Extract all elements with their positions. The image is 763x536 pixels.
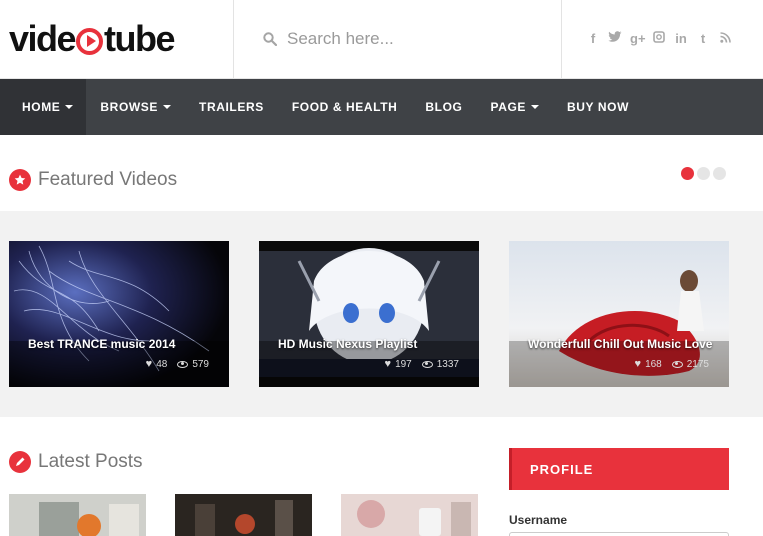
video-title[interactable]: HD Music Nexus Playlist <box>278 337 417 351</box>
star-icon <box>9 169 31 191</box>
main-nav: HOME BROWSE TRAILERS FOOD & HEALTH BLOG … <box>0 79 763 135</box>
profile-widget-header: PROFILE <box>509 448 729 490</box>
slider-dot[interactable] <box>681 167 694 180</box>
pencil-icon <box>9 451 31 473</box>
video-stats: ♥ 168 2175 <box>635 358 709 370</box>
header-divider <box>561 0 562 78</box>
nav-item-label: BUY NOW <box>567 100 629 114</box>
video-card[interactable]: HD Music Nexus Playlist ♥ 197 1337 <box>259 241 479 387</box>
like-count: 197 <box>395 358 412 370</box>
nav-item-label: BLOG <box>425 100 463 114</box>
post-thumbnail[interactable] <box>175 494 312 536</box>
profile-title: PROFILE <box>530 461 594 477</box>
logo-text-prefix: vide <box>9 18 77 59</box>
search-icon <box>263 32 277 46</box>
video-card[interactable]: Wonderfull Chill Out Music Love ♥ 168 217… <box>509 241 729 387</box>
video-card[interactable]: Best TRANCE music 2014 ♥ 48 579 <box>9 241 229 387</box>
video-title[interactable]: Wonderfull Chill Out Music Love <box>528 337 712 351</box>
post-thumbnail[interactable] <box>9 494 146 536</box>
rss-icon[interactable] <box>718 30 732 47</box>
heart-icon: ♥ <box>634 358 642 370</box>
nav-item-browse[interactable]: BROWSE <box>86 79 185 135</box>
nav-item-page[interactable]: PAGE <box>476 79 553 135</box>
logo-text-suffix: tube <box>104 18 176 59</box>
section-title: Latest Posts <box>38 451 143 472</box>
chevron-down-icon <box>163 105 172 109</box>
heart-icon: ♥ <box>145 358 153 370</box>
like-count: 168 <box>645 358 662 370</box>
slider-dot[interactable] <box>713 167 726 180</box>
play-icon <box>76 27 104 55</box>
nav-item-home[interactable]: HOME <box>0 79 87 135</box>
view-count: 2175 <box>686 358 709 370</box>
like-count: 48 <box>156 358 168 370</box>
video-stats: ♥ 48 579 <box>146 358 209 370</box>
username-field[interactable] <box>509 532 729 536</box>
google-plus-icon[interactable]: g+ <box>630 30 646 47</box>
nav-item-label: BROWSE <box>100 100 159 114</box>
username-label: Username <box>509 513 568 527</box>
nav-item-blog[interactable]: BLOG <box>411 79 476 135</box>
header-divider <box>233 0 234 78</box>
nav-item-food-health[interactable]: FOOD & HEALTH <box>278 79 412 135</box>
heart-icon: ♥ <box>384 358 392 370</box>
social-links: f g+ in t <box>586 30 732 47</box>
eye-icon <box>671 360 683 368</box>
view-count: 1337 <box>436 358 459 370</box>
search-input[interactable] <box>287 29 527 49</box>
slider-pagination <box>681 167 726 180</box>
latest-heading: Latest Posts <box>9 451 143 473</box>
video-title[interactable]: Best TRANCE music 2014 <box>28 337 175 351</box>
video-stats: ♥ 197 1337 <box>385 358 459 370</box>
nav-item-trailers[interactable]: TRAILERS <box>185 79 278 135</box>
eye-icon <box>177 360 189 368</box>
chevron-down-icon <box>531 105 540 109</box>
facebook-icon[interactable]: f <box>586 30 600 47</box>
eye-icon <box>421 360 433 368</box>
chevron-down-icon <box>65 105 74 109</box>
post-thumbnail[interactable] <box>341 494 478 536</box>
tumblr-icon[interactable]: t <box>696 30 710 47</box>
site-header: vide tube f g+ in t <box>0 0 763 79</box>
site-logo[interactable]: vide tube <box>9 18 176 59</box>
nav-item-label: PAGE <box>490 100 527 114</box>
view-count: 579 <box>192 358 209 370</box>
twitter-icon[interactable] <box>608 30 622 47</box>
search-box[interactable] <box>243 20 543 58</box>
linkedin-icon[interactable]: in <box>674 30 688 47</box>
nav-item-label: HOME <box>22 100 61 114</box>
page: vide tube f g+ in t HOME BROWSE TRAILERS … <box>0 0 763 536</box>
section-title: Featured Videos <box>38 169 178 190</box>
nav-item-buy-now[interactable]: BUY NOW <box>553 79 643 135</box>
nav-item-label: FOOD & HEALTH <box>291 100 398 114</box>
nav-item-label: TRAILERS <box>199 100 264 114</box>
featured-heading: Featured Videos <box>9 169 177 191</box>
instagram-icon[interactable] <box>652 30 666 47</box>
slider-dot[interactable] <box>697 167 710 180</box>
